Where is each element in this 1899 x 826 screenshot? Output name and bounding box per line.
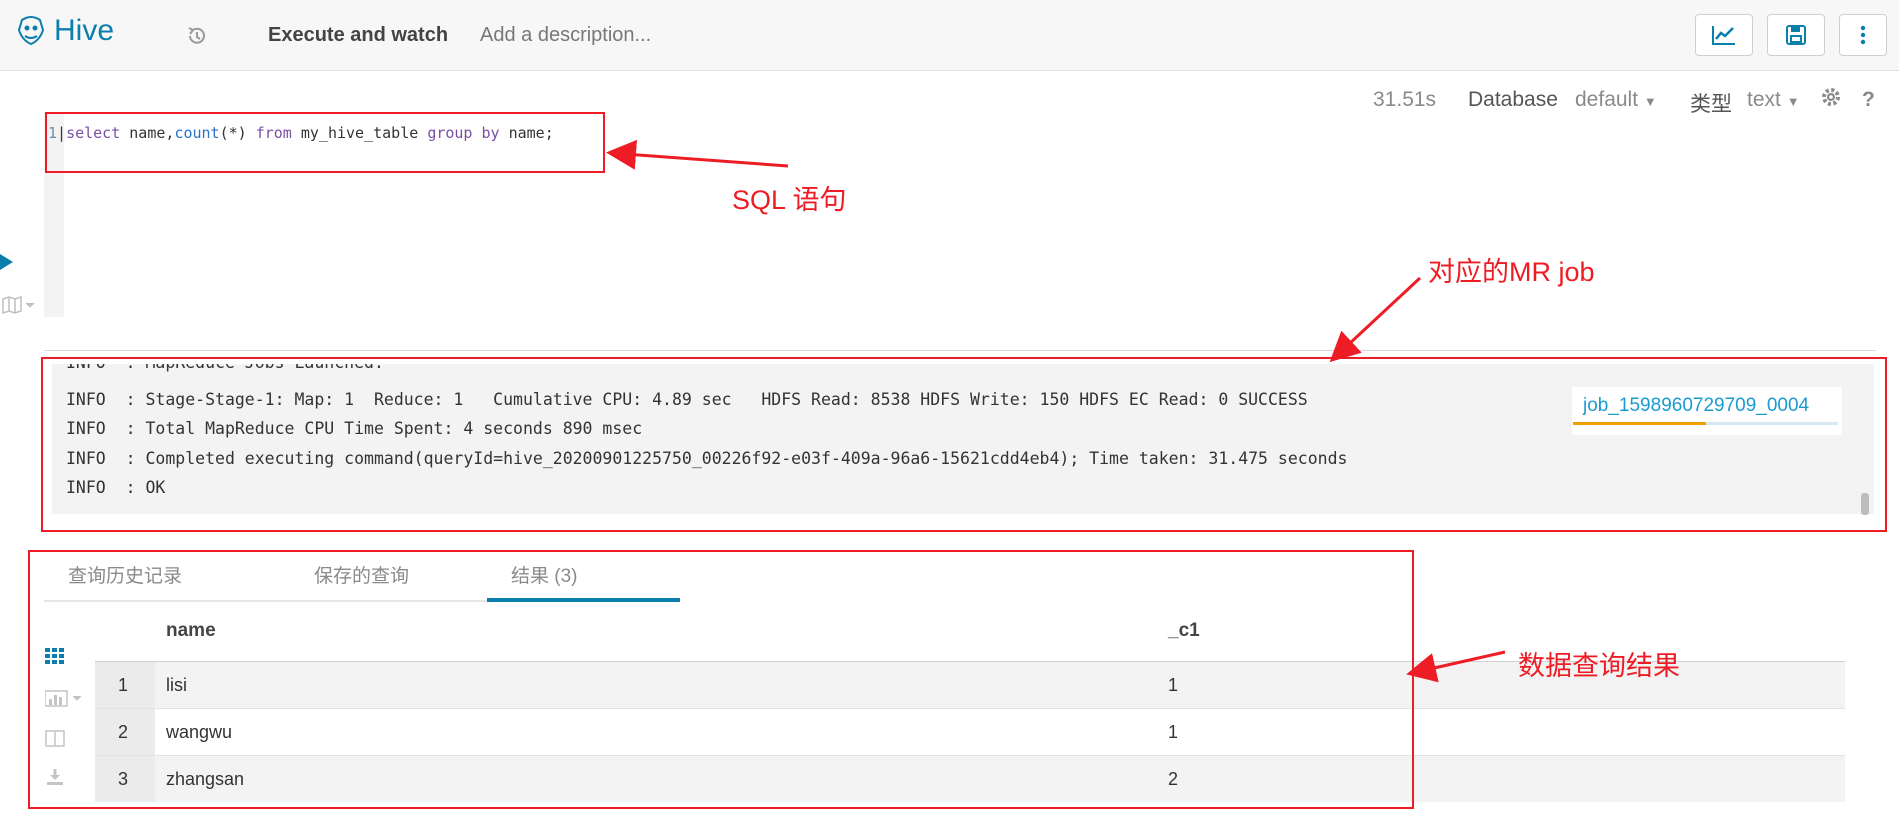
mr-job-highlight-box	[41, 357, 1887, 532]
save-button[interactable]	[1767, 14, 1825, 56]
vertical-dots-icon	[1860, 25, 1866, 45]
app-title: Hive	[54, 14, 115, 47]
mr-job-annotation: 对应的MR job	[1428, 257, 1595, 287]
more-menu-button[interactable]	[1839, 14, 1887, 56]
hive-logo-icon	[17, 16, 45, 46]
database-label: Database	[1468, 88, 1558, 111]
chevron-down-icon: ▼	[1786, 94, 1800, 109]
query-builder-icon[interactable]	[2, 295, 38, 320]
database-select[interactable]: default ▼	[1575, 88, 1657, 112]
chevron-down-icon: ▼	[1643, 94, 1657, 109]
description-field[interactable]: Add a description...	[480, 24, 651, 47]
history-icon[interactable]	[186, 25, 208, 52]
help-icon[interactable]: ?	[1862, 88, 1875, 112]
database-value: default	[1575, 88, 1639, 111]
app-brand[interactable]: Hive	[16, 14, 114, 48]
mr-job-arrow	[1329, 276, 1422, 363]
chart-button[interactable]	[1695, 14, 1753, 56]
editor-divider	[44, 350, 1876, 351]
result-highlight-box	[28, 550, 1414, 809]
snippet-title[interactable]: Execute and watch	[268, 24, 448, 47]
type-value: text	[1747, 88, 1781, 111]
settings-gear-icon[interactable]	[1820, 86, 1842, 114]
floppy-save-icon	[1786, 25, 1806, 45]
execution-time: 31.51s	[1373, 88, 1437, 111]
sql-arrow	[606, 139, 789, 170]
sql-annotation: SQL 语句	[732, 185, 847, 215]
type-label: 类型	[1690, 93, 1732, 116]
type-select[interactable]: text ▼	[1747, 88, 1800, 112]
sql-highlight-box	[45, 112, 605, 173]
result-annotation: 数据查询结果	[1518, 651, 1680, 681]
line-chart-icon	[1712, 26, 1735, 45]
play-icon[interactable]	[0, 254, 13, 270]
